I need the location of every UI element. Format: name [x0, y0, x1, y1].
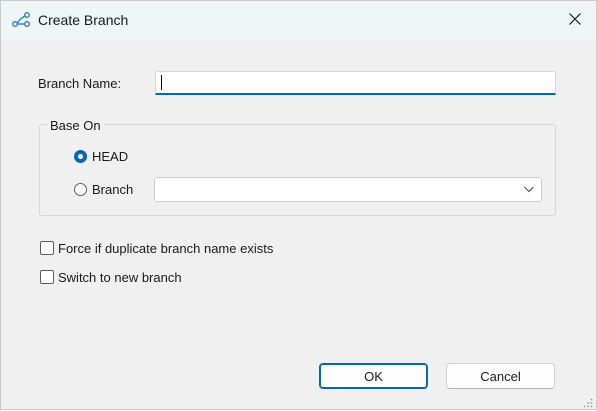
head-radio[interactable] — [74, 150, 87, 163]
resize-grip-icon[interactable] — [583, 396, 593, 408]
force-duplicate-label[interactable]: Force if duplicate branch name exists — [58, 241, 273, 256]
branch-name-label: Branch Name: — [38, 76, 122, 91]
ok-button[interactable]: OK — [319, 363, 428, 389]
text-caret — [161, 75, 162, 90]
dialog-title: Create Branch — [38, 12, 129, 28]
force-duplicate-checkbox[interactable] — [40, 241, 54, 255]
branch-icon — [11, 11, 31, 29]
cancel-button[interactable]: Cancel — [446, 363, 555, 389]
base-on-group — [39, 124, 556, 216]
close-icon — [568, 13, 581, 28]
branch-select[interactable] — [154, 177, 542, 202]
branch-radio[interactable] — [74, 183, 87, 196]
close-button[interactable] — [553, 1, 596, 40]
switch-branch-label[interactable]: Switch to new branch — [58, 270, 182, 285]
title-bar: Create Branch — [1, 1, 596, 40]
switch-branch-checkbox[interactable] — [40, 270, 54, 284]
head-radio-label[interactable]: HEAD — [92, 149, 128, 164]
branch-name-input[interactable] — [155, 71, 556, 95]
branch-radio-label[interactable]: Branch — [92, 182, 133, 197]
create-branch-dialog: Create Branch Branch Name: Base On HEAD … — [0, 0, 597, 410]
chevron-down-icon[interactable] — [522, 182, 536, 196]
base-on-group-title: Base On — [47, 118, 104, 133]
